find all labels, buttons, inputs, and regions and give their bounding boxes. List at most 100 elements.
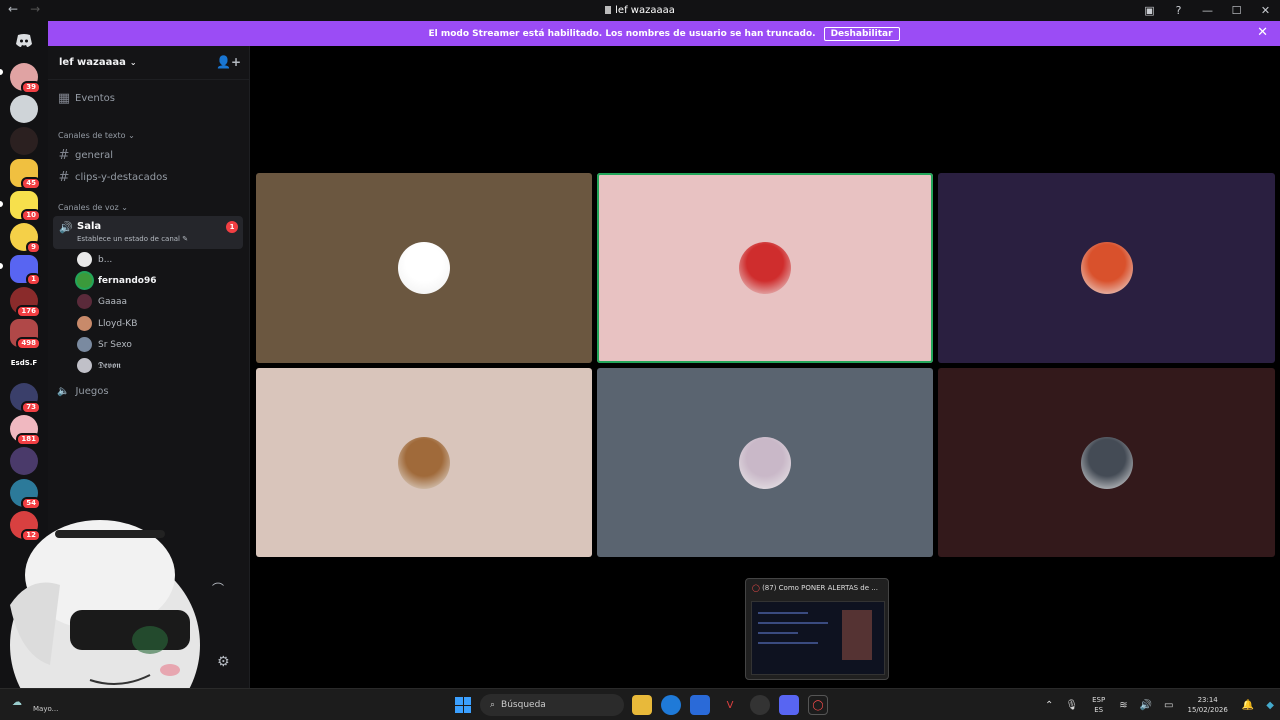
windows-start-icon[interactable] [455, 697, 471, 713]
volume-icon[interactable]: 🔊 [1140, 700, 1152, 711]
text-category[interactable]: Canales de texto ⌄ [58, 131, 135, 140]
battery-icon[interactable]: ▭ [1164, 700, 1173, 711]
mention-badge: 1 [26, 273, 41, 286]
mention-badge: 73 [21, 401, 41, 414]
windows-taskbar: ☁ Mayo... ⌕ Búsqueda V ◯ ⌃ 🎙 ESP ES ≋ 🔊 ▭… [0, 688, 1280, 720]
voice-tile[interactable] [256, 173, 592, 363]
member-name: Lloyd-KB [98, 318, 138, 329]
lang-top: ESP [1092, 696, 1106, 704]
participant-avatar [398, 436, 450, 489]
microphone-icon[interactable]: 🎙 [1065, 700, 1078, 711]
server-icon-6[interactable]: 9 [10, 223, 41, 254]
voice-member[interactable]: b... [77, 252, 112, 267]
weather-label[interactable]: Mayo... [33, 705, 58, 713]
voice-member[interactable]: Lloyd-KB [77, 316, 137, 331]
guild-header[interactable]: lef wazaaaa ⌄ 👤+ [48, 46, 250, 80]
hash-icon: # [58, 148, 70, 163]
disable-streamer-button[interactable]: Deshabilitar [823, 26, 900, 41]
server-icon-2[interactable] [10, 95, 38, 123]
participant-avatar [739, 242, 791, 294]
voice-member[interactable]: fernando96 [77, 273, 157, 288]
avatar [77, 294, 92, 309]
voice-member[interactable]: 𝕯𝖊𝖛𝖔𝖓 [77, 358, 121, 373]
chevron-down-icon: ⌄ [129, 58, 137, 67]
calendar-icon: ▦ [57, 91, 71, 106]
invite-people-icon[interactable]: 👤+ [216, 55, 241, 69]
member-name: fernando96 [98, 275, 157, 286]
server-icon-5[interactable]: 10 [10, 191, 41, 222]
server-icon-7[interactable]: 1 [10, 255, 41, 286]
voice-tile[interactable] [938, 368, 1275, 557]
guild-name: lef wazaaaa [59, 57, 126, 68]
clock[interactable]: 23:14 15/02/2026 [1187, 695, 1227, 715]
events-item[interactable]: ▦ Eventos [57, 91, 243, 106]
server-icon-12[interactable] [10, 447, 38, 475]
server-icon-3[interactable] [10, 127, 38, 155]
mention-badge: 39 [21, 81, 41, 94]
file-explorer-icon[interactable] [632, 695, 652, 715]
server-text-icon[interactable]: EsdS.F [6, 359, 42, 367]
participant-avatar [1080, 436, 1133, 489]
preview-line [758, 642, 818, 644]
server-icon-10[interactable]: 73 [10, 383, 41, 414]
member-name: b... [98, 254, 113, 265]
voice-member[interactable]: Gaaaa [77, 294, 127, 309]
events-label: Eventos [75, 93, 115, 104]
server-icon-4[interactable]: 45 [10, 159, 41, 190]
copilot-icon[interactable]: ◆ [1266, 700, 1274, 711]
channel-clips[interactable]: # clips-y-destacados [57, 170, 243, 185]
notification-bell-icon[interactable]: 🔔 [1242, 700, 1254, 711]
channel-general[interactable]: # general [57, 148, 243, 163]
avatar [77, 252, 92, 267]
mention-badge: 45 [21, 177, 41, 190]
server-icon-8[interactable]: 176 [10, 287, 41, 318]
server-icon [605, 6, 612, 14]
mention-badge: 176 [16, 305, 41, 318]
unread-pill [0, 263, 3, 269]
avatar [77, 358, 92, 373]
server-icon-9[interactable]: 498 [10, 319, 41, 350]
pencil-icon: ✎ [182, 235, 189, 243]
mention-badge: 54 [21, 497, 41, 510]
voice-channel-sala[interactable]: 🔊 Sala Establece un estado de canal ✎ 1 [53, 216, 243, 249]
voice-tile[interactable] [938, 173, 1275, 363]
taskbar-search[interactable]: ⌕ Búsqueda [480, 694, 624, 716]
help-icon[interactable]: ? [1164, 0, 1193, 21]
chevron-up-icon[interactable]: ⌃ [1045, 700, 1053, 711]
close-icon[interactable]: ✕ [1251, 0, 1280, 21]
mention-badge: 9 [26, 241, 41, 254]
weather-icon: ☁ [12, 697, 22, 708]
store-icon[interactable] [690, 695, 710, 715]
voice-tile[interactable] [256, 368, 592, 557]
language-indicator[interactable]: ESP ES [1092, 695, 1105, 715]
maximize-icon[interactable]: ☐ [1222, 0, 1251, 21]
wifi-icon[interactable]: ≋ [1119, 700, 1127, 711]
app-icon-obs[interactable] [750, 695, 770, 715]
voice-category[interactable]: Canales de voz ⌄ [58, 203, 128, 212]
taskbar-window-preview[interactable]: ◯ (87) Como PONER ALERTAS de ... [745, 578, 889, 680]
voice-tile[interactable] [597, 173, 933, 363]
server-icon-1[interactable]: 39 [10, 63, 41, 94]
channel-status[interactable]: Establece un estado de canal ✎ [77, 235, 188, 243]
discord-taskbar-icon[interactable] [779, 695, 799, 715]
app-icon-valorant[interactable]: V [720, 695, 740, 715]
opera-taskbar-icon[interactable]: ◯ [808, 695, 828, 715]
search-placeholder: Búsqueda [501, 700, 546, 710]
unread-pill [0, 69, 3, 75]
edge-icon[interactable] [661, 695, 681, 715]
voice-channel-juegos[interactable]: 🔈 Juegos [57, 386, 109, 397]
participant-avatar [398, 242, 450, 294]
server-icon-13[interactable]: 54 [10, 479, 41, 510]
voice-tile[interactable] [597, 368, 933, 557]
channel-label: clips-y-destacados [75, 172, 168, 183]
chevron-down-icon: ⌄ [121, 203, 128, 212]
mention-badge: 10 [21, 209, 41, 222]
inbox-icon[interactable]: ▣ [1135, 0, 1164, 21]
close-banner-icon[interactable]: ✕ [1257, 25, 1268, 40]
window-title-wrap: lef wazaaaa [0, 5, 1280, 16]
server-icon-11[interactable]: 181 [10, 415, 41, 446]
voice-member[interactable]: Sr Sexo [77, 337, 132, 352]
voice-channel-name: Sala [77, 221, 102, 232]
discord-home-button[interactable] [10, 27, 38, 55]
minimize-icon[interactable]: — [1193, 0, 1222, 21]
